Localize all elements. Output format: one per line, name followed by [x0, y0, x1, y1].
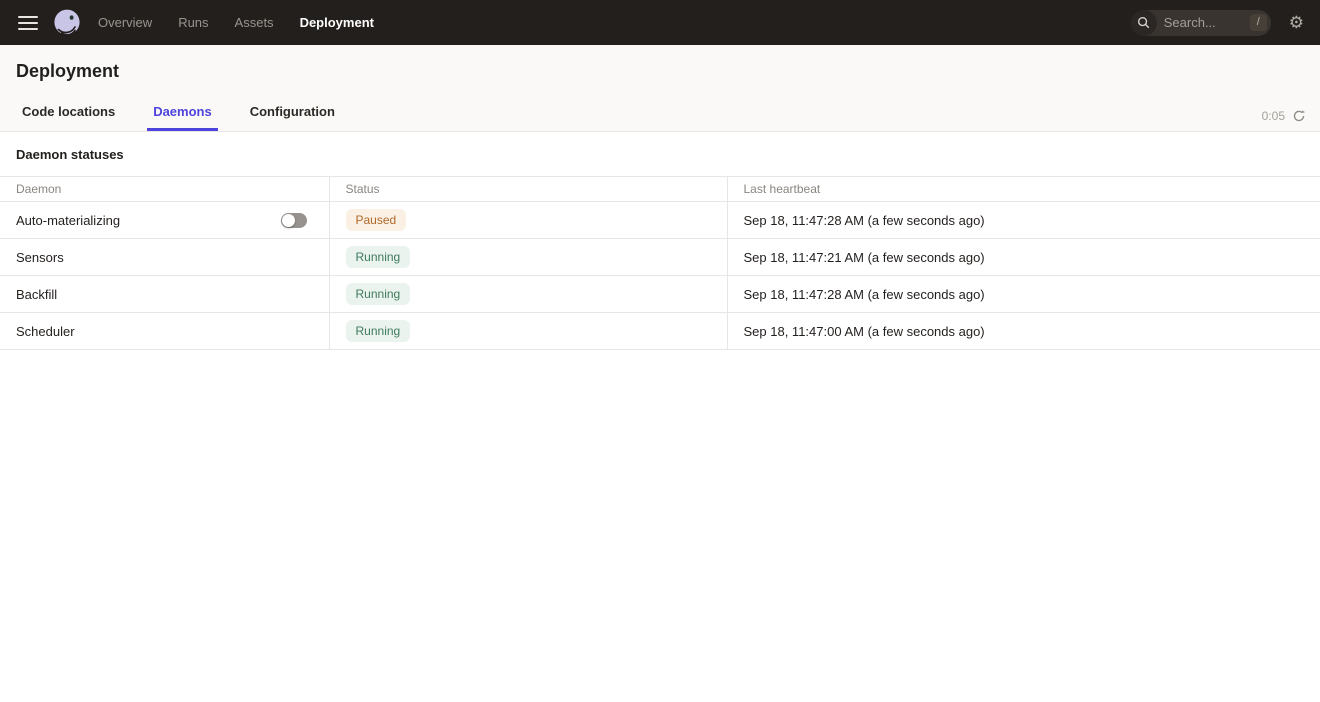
main-content: Daemon statuses Daemon Status Last heart…	[0, 132, 1320, 350]
last-heartbeat: Sep 18, 11:47:28 AM (a few seconds ago)	[727, 202, 1320, 239]
status-badge: Paused	[346, 209, 407, 231]
gear-icon[interactable]: ⚙	[1289, 14, 1304, 31]
search-shortcut-key: /	[1250, 14, 1267, 31]
search-input[interactable]: Search... /	[1131, 10, 1271, 36]
tab-code-locations[interactable]: Code locations	[16, 103, 121, 131]
daemon-name: Backfill	[16, 287, 57, 302]
daemon-name: Scheduler	[16, 324, 75, 339]
table-row: Sensors Running Sep 18, 11:47:21 AM (a f…	[0, 239, 1320, 276]
column-header-last-heartbeat: Last heartbeat	[727, 177, 1320, 202]
nav-item-overview[interactable]: Overview	[98, 15, 152, 30]
search-icon	[1131, 10, 1157, 36]
page-header: Deployment Code locations Daemons Config…	[0, 45, 1320, 132]
column-header-status: Status	[329, 177, 727, 202]
nav-item-assets[interactable]: Assets	[235, 15, 274, 30]
status-badge: Running	[346, 320, 411, 342]
auto-materialize-toggle[interactable]	[281, 213, 307, 228]
tab-daemons[interactable]: Daemons	[147, 103, 218, 131]
nav-item-deployment[interactable]: Deployment	[300, 15, 374, 30]
tab-configuration[interactable]: Configuration	[244, 103, 341, 131]
dagster-logo-icon	[52, 8, 82, 38]
last-heartbeat: Sep 18, 11:47:21 AM (a few seconds ago)	[727, 239, 1320, 276]
primary-nav: Overview Runs Assets Deployment	[98, 15, 374, 30]
refresh-countdown: 0:05	[1262, 109, 1285, 123]
search-placeholder: Search...	[1164, 15, 1250, 30]
tab-bar: Code locations Daemons Configuration	[0, 103, 1320, 131]
section-title: Daemon statuses	[0, 132, 1320, 176]
top-navbar: Overview Runs Assets Deployment Search..…	[0, 0, 1320, 45]
menu-icon[interactable]	[12, 7, 44, 39]
daemon-name: Sensors	[16, 250, 64, 265]
nav-item-runs[interactable]: Runs	[178, 15, 208, 30]
table-row: Backfill Running Sep 18, 11:47:28 AM (a …	[0, 276, 1320, 313]
refresh-icon[interactable]	[1292, 109, 1306, 123]
daemon-status-table: Daemon Status Last heartbeat Auto-materi…	[0, 176, 1320, 350]
last-heartbeat: Sep 18, 11:47:28 AM (a few seconds ago)	[727, 276, 1320, 313]
table-row: Scheduler Running Sep 18, 11:47:00 AM (a…	[0, 313, 1320, 350]
table-row: Auto-materializing Paused Sep 18, 11:47:…	[0, 202, 1320, 239]
last-heartbeat: Sep 18, 11:47:00 AM (a few seconds ago)	[727, 313, 1320, 350]
table-header-row: Daemon Status Last heartbeat	[0, 177, 1320, 202]
status-badge: Running	[346, 283, 411, 305]
dagster-logo[interactable]	[52, 8, 82, 38]
page-title: Deployment	[0, 45, 1320, 82]
daemon-name: Auto-materializing	[16, 213, 120, 228]
status-badge: Running	[346, 246, 411, 268]
column-header-daemon: Daemon	[0, 177, 329, 202]
